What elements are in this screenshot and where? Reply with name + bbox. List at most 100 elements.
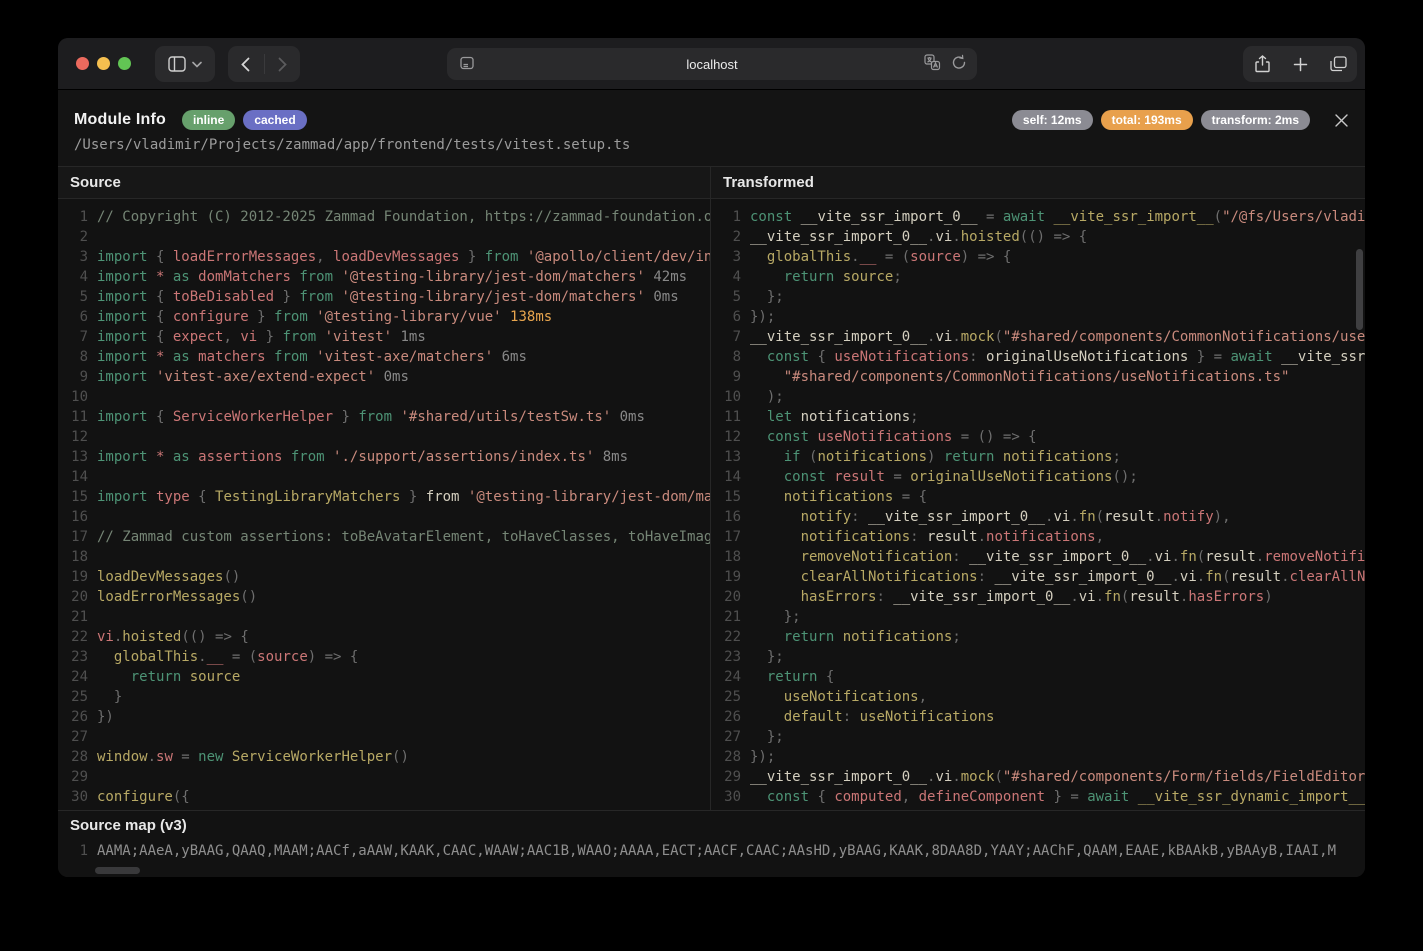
line-number: 3: [64, 247, 88, 267]
source-code-line: 30configure({: [58, 787, 710, 807]
source-code-line: 6import { configure } from '@testing-lib…: [58, 307, 710, 327]
reload-icon[interactable]: [951, 54, 967, 71]
line-number: 12: [717, 427, 741, 447]
line-number: 8: [717, 347, 741, 367]
minimize-window-button[interactable]: [97, 57, 110, 70]
horizontal-scrollbar[interactable]: [95, 867, 140, 874]
transformed-code-line: 28});: [711, 747, 1365, 767]
close-button[interactable]: [1334, 113, 1349, 128]
line-number: 11: [717, 407, 741, 427]
inspect-page: Module Info inlinecached /Users/vladimir…: [58, 90, 1365, 877]
line-number: 28: [717, 747, 741, 767]
line-number: 22: [64, 627, 88, 647]
source-code-line: 16: [58, 507, 710, 527]
source-code-line: 17// Zammad custom assertions: toBeAvata…: [58, 527, 710, 547]
sidebar-toggle-button[interactable]: [155, 46, 215, 82]
back-button[interactable]: [228, 46, 264, 82]
browser-toolbar: localhost: [58, 38, 1365, 90]
page-title: Module Info: [74, 111, 166, 129]
transformed-code[interactable]: 1const __vite_ssr_import_0__ = await __v…: [711, 199, 1365, 807]
source-code[interactable]: 1// Copyright (C) 2012-2025 Zammad Found…: [58, 199, 710, 807]
line-number: 16: [717, 507, 741, 527]
module-badge: cached: [243, 110, 306, 130]
zoom-window-button[interactable]: [118, 57, 131, 70]
transformed-code-line: 1const __vite_ssr_import_0__ = await __v…: [711, 207, 1365, 227]
transformed-code-line: 4 return source;: [711, 267, 1365, 287]
chevron-down-icon: [192, 61, 202, 68]
source-code-line: 25 }: [58, 687, 710, 707]
transformed-code-line: 2__vite_ssr_import_0__.vi.hoisted(() => …: [711, 227, 1365, 247]
line-number: 1: [64, 207, 88, 227]
address-bar[interactable]: localhost: [447, 48, 977, 80]
line-number: 20: [717, 587, 741, 607]
line-number: 17: [64, 527, 88, 547]
transformed-code-line: 6});: [711, 307, 1365, 327]
vertical-scrollbar[interactable]: [1356, 249, 1363, 330]
line-number: 29: [717, 767, 741, 787]
line-number: 19: [717, 567, 741, 587]
transformed-code-line: 9 "#shared/components/CommonNotification…: [711, 367, 1365, 387]
line-number: 1: [64, 841, 88, 861]
page-settings-icon[interactable]: [459, 55, 475, 71]
line-number: 23: [64, 647, 88, 667]
transformed-code-line: 26 default: useNotifications: [711, 707, 1365, 727]
line-number: 14: [717, 467, 741, 487]
line-number: 5: [717, 287, 741, 307]
source-code-line: 29: [58, 767, 710, 787]
source-code-line: 24 return source: [58, 667, 710, 687]
source-code-line: 4import * as domMatchers from '@testing-…: [58, 267, 710, 287]
transformed-code-line: 12 const useNotifications = () => {: [711, 427, 1365, 447]
line-number: 25: [717, 687, 741, 707]
source-code-line: 9import 'vitest-axe/extend-expect' 0ms: [58, 367, 710, 387]
desktop-background: localhost: [0, 0, 1423, 951]
forward-button[interactable]: [264, 46, 300, 82]
line-number: 14: [64, 467, 88, 487]
line-number: 24: [64, 667, 88, 687]
transformed-code-line: 8 const { useNotifications: originalUseN…: [711, 347, 1365, 367]
line-number: 17: [717, 527, 741, 547]
line-number: 15: [64, 487, 88, 507]
transformed-panel: Transformed 1const __vite_ssr_import_0__…: [710, 167, 1365, 810]
line-number: 7: [717, 327, 741, 347]
line-number: 24: [717, 667, 741, 687]
line-number: 16: [64, 507, 88, 527]
source-code-line: 10: [58, 387, 710, 407]
transformed-code-line: 29__vite_ssr_import_0__.vi.mock("#shared…: [711, 767, 1365, 787]
line-number: 18: [717, 547, 741, 567]
source-code-line: 2: [58, 227, 710, 247]
line-number: 6: [717, 307, 741, 327]
source-panel-title: Source: [58, 167, 710, 199]
source-code-line: 11import { ServiceWorkerHelper } from '#…: [58, 407, 710, 427]
timing-badge: self: 12ms: [1012, 110, 1093, 130]
line-number: 5: [64, 287, 88, 307]
sidebar-icon: [168, 56, 186, 72]
transformed-code-line: 18 removeNotification: __vite_ssr_import…: [711, 547, 1365, 567]
transformed-code-line: 5 };: [711, 287, 1365, 307]
source-code-line: 13import * as assertions from './support…: [58, 447, 710, 467]
sourcemap-title: Source map (v3): [58, 811, 1365, 841]
line-number: 13: [64, 447, 88, 467]
translate-icon[interactable]: [924, 54, 941, 71]
line-number: 25: [64, 687, 88, 707]
line-number: 19: [64, 567, 88, 587]
line-number: 4: [717, 267, 741, 287]
line-number: 21: [64, 607, 88, 627]
share-button[interactable]: [1245, 46, 1279, 82]
source-code-line: 3import { loadErrorMessages, loadDevMess…: [58, 247, 710, 267]
line-number: 26: [717, 707, 741, 727]
source-code-line: 19loadDevMessages(): [58, 567, 710, 587]
line-number: 8: [64, 347, 88, 367]
transformed-code-line: 27 };: [711, 727, 1365, 747]
close-window-button[interactable]: [76, 57, 89, 70]
line-number: 7: [64, 327, 88, 347]
new-tab-button[interactable]: [1283, 46, 1317, 82]
tab-overview-button[interactable]: [1321, 46, 1355, 82]
transformed-code-line: 22 return notifications;: [711, 627, 1365, 647]
source-code-line: 22vi.hoisted(() => {: [58, 627, 710, 647]
source-code-line: 15import type { TestingLibraryMatchers }…: [58, 487, 710, 507]
line-number: 18: [64, 547, 88, 567]
line-number: 13: [717, 447, 741, 467]
line-number: 11: [64, 407, 88, 427]
navigation-buttons: [228, 46, 300, 82]
line-number: 10: [717, 387, 741, 407]
